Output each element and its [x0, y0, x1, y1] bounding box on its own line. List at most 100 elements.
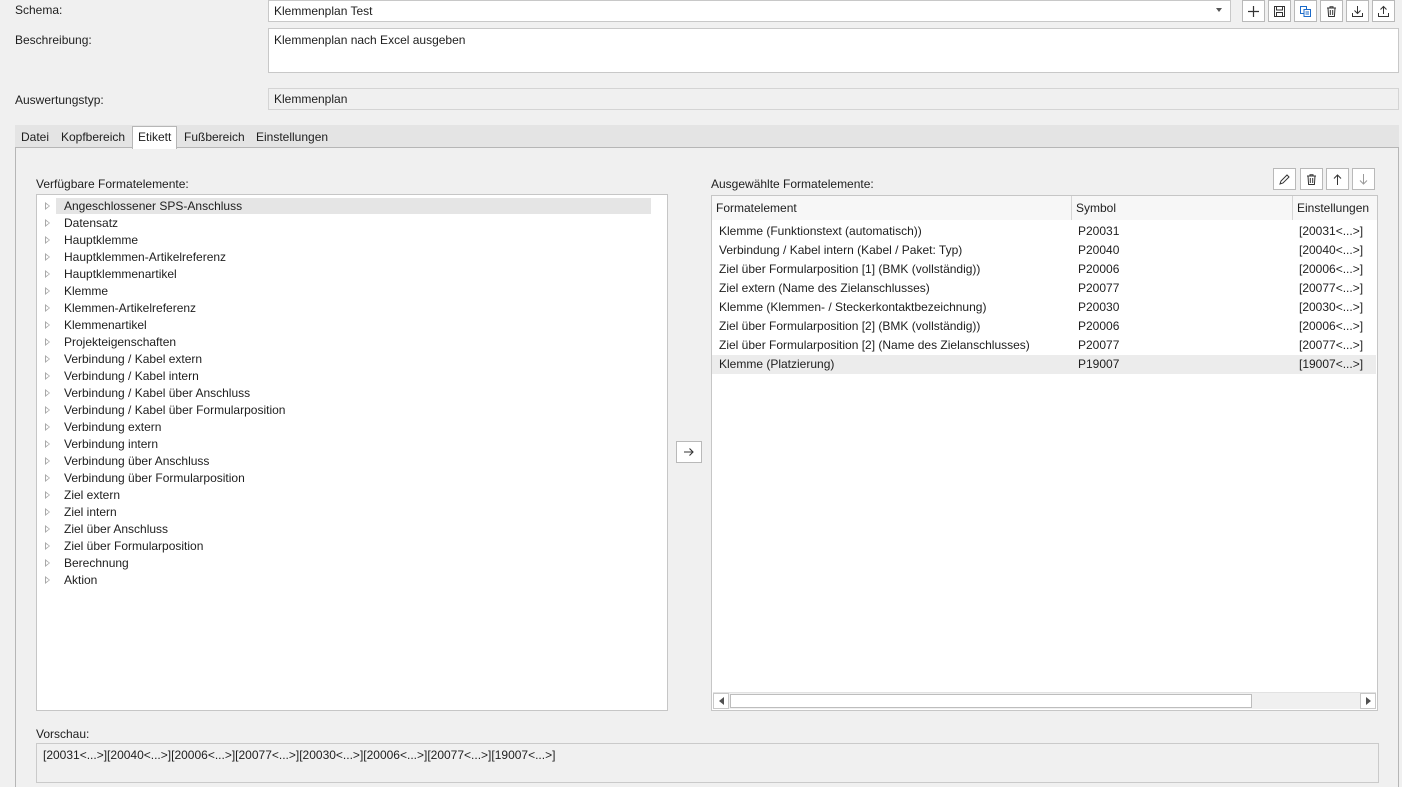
tab-etikett[interactable]: Etikett — [132, 126, 178, 149]
tree-item[interactable]: Verbindung extern — [41, 418, 651, 435]
tree-item-label: Verbindung / Kabel über Formularposition — [64, 402, 286, 417]
expand-arrow-icon[interactable] — [45, 218, 50, 227]
tree-item[interactable]: Projekteigenschaften — [41, 333, 651, 350]
tree-item[interactable]: Ziel über Formularposition — [41, 537, 651, 554]
tree-item[interactable]: Datensatz — [41, 214, 651, 231]
tree-item[interactable]: Klemmenartikel — [41, 316, 651, 333]
expand-arrow-icon[interactable] — [45, 541, 50, 550]
expand-arrow-icon[interactable] — [45, 456, 50, 465]
cell-einstellungen: [20040<...>] — [1299, 243, 1364, 257]
cell-formatelement: Klemme (Platzierung) — [719, 357, 835, 371]
table-row[interactable]: Ziel extern (Name des Zielanschlusses) P2… — [712, 279, 1376, 298]
expand-arrow-icon[interactable] — [45, 320, 50, 329]
column-header-formatelement[interactable]: Formatelement — [712, 196, 1072, 220]
tree-item[interactable]: Ziel intern — [41, 503, 651, 520]
preview-field: [20031<...>][20040<...>][20006<...>][200… — [36, 743, 1379, 783]
scroll-right-button[interactable] — [1360, 693, 1376, 709]
cell-symbol: P20077 — [1078, 281, 1120, 295]
expand-arrow-icon[interactable] — [45, 575, 50, 584]
schema-label: Schema: — [15, 3, 63, 17]
cell-einstellungen: [20031<...>] — [1299, 224, 1364, 238]
delete-element-button[interactable] — [1300, 168, 1323, 190]
tree-item[interactable]: Klemmen-Artikelreferenz — [41, 299, 651, 316]
expand-arrow-icon[interactable] — [45, 558, 50, 567]
expand-arrow-icon[interactable] — [45, 490, 50, 499]
cell-symbol: P20030 — [1078, 300, 1120, 314]
table-row[interactable]: Ziel über Formularposition [1] (BMK (vol… — [712, 260, 1376, 279]
tab-kopfbereich[interactable]: Kopfbereich — [56, 127, 130, 148]
tree-item[interactable]: Hauptklemmen-Artikelreferenz — [41, 248, 651, 265]
tree-item[interactable]: Verbindung / Kabel über Formularposition — [41, 401, 651, 418]
tree-item-label: Ziel extern — [64, 487, 121, 502]
tree-item[interactable]: Verbindung / Kabel intern — [41, 367, 651, 384]
tree-item[interactable]: Klemme — [41, 282, 651, 299]
tree-item[interactable]: Hauptklemmenartikel — [41, 265, 651, 282]
copy-icon — [1300, 5, 1311, 17]
cell-einstellungen: [20030<...>] — [1299, 300, 1364, 314]
tree-item-label: Datensatz — [64, 215, 119, 230]
expand-arrow-icon[interactable] — [45, 439, 50, 448]
tree-item[interactable]: Verbindung über Anschluss — [41, 452, 651, 469]
table-row[interactable]: Klemme (Klemmen- / Steckerkontaktbezeich… — [712, 298, 1376, 317]
column-header-einstellungen[interactable]: Einstellungen — [1293, 196, 1377, 220]
tree-item-label: Projekteigenschaften — [64, 334, 177, 349]
scroll-left-button[interactable] — [713, 693, 729, 709]
table-row[interactable]: Klemme (Funktionstext (automatisch)) P200… — [712, 222, 1376, 241]
table-row[interactable]: Verbindung / Kabel intern (Kabel / Paket… — [712, 241, 1376, 260]
horizontal-scrollbar[interactable] — [713, 692, 1376, 709]
selected-elements-grid[interactable]: Formatelement Symbol Einstellungen Klemm… — [711, 195, 1378, 711]
table-row[interactable]: Ziel über Formularposition [2] (BMK (vol… — [712, 317, 1376, 336]
grid-header: Formatelement Symbol Einstellungen — [712, 196, 1377, 220]
tree-item-label: Ziel intern — [64, 504, 117, 519]
export-schema-button[interactable] — [1372, 0, 1395, 22]
tree-item[interactable]: Berechnung — [41, 554, 651, 571]
column-header-symbol[interactable]: Symbol — [1072, 196, 1293, 220]
tree-item[interactable]: Verbindung / Kabel über Anschluss — [41, 384, 651, 401]
new-schema-button[interactable] — [1242, 0, 1265, 22]
expand-arrow-icon[interactable] — [45, 235, 50, 244]
expand-arrow-icon[interactable] — [45, 422, 50, 431]
import-schema-button[interactable] — [1346, 0, 1369, 22]
move-up-button[interactable] — [1326, 168, 1349, 190]
tab-datei[interactable]: Datei — [16, 127, 54, 148]
expand-arrow-icon[interactable] — [45, 405, 50, 414]
copy-schema-button[interactable] — [1294, 0, 1317, 22]
table-row[interactable]: Klemme (Platzierung) P19007 [19007<...>] — [712, 355, 1376, 374]
expand-arrow-icon[interactable] — [45, 303, 50, 312]
tree-item[interactable]: Angeschlossener SPS-Anschluss — [41, 197, 651, 214]
tree-item[interactable]: Verbindung über Formularposition — [41, 469, 651, 486]
tree-item[interactable]: Verbindung / Kabel extern — [41, 350, 651, 367]
description-field[interactable]: Klemmenplan nach Excel ausgeben — [268, 28, 1399, 73]
expand-arrow-icon[interactable] — [45, 473, 50, 482]
expand-arrow-icon[interactable] — [45, 337, 50, 346]
tree-item[interactable]: Ziel extern — [41, 486, 651, 503]
available-elements-tree[interactable]: Angeschlossener SPS-Anschluss Datensatz Ha… — [36, 194, 668, 711]
scrollbar-thumb[interactable] — [730, 694, 1252, 708]
description-value: Klemmenplan nach Excel ausgeben — [274, 33, 466, 47]
edit-element-button[interactable] — [1273, 168, 1296, 190]
delete-schema-button[interactable] — [1320, 0, 1343, 22]
tree-item[interactable]: Verbindung intern — [41, 435, 651, 452]
tab-einstellungen[interactable]: Einstellungen — [251, 127, 333, 148]
expand-arrow-icon[interactable] — [45, 201, 50, 210]
tree-item[interactable]: Aktion — [41, 571, 651, 588]
expand-arrow-icon[interactable] — [45, 286, 50, 295]
move-down-button[interactable] — [1352, 168, 1375, 190]
expand-arrow-icon[interactable] — [45, 371, 50, 380]
expand-arrow-icon[interactable] — [45, 524, 50, 533]
tree-item[interactable]: Ziel über Anschluss — [41, 520, 651, 537]
expand-arrow-icon[interactable] — [45, 507, 50, 516]
add-element-button[interactable] — [676, 441, 702, 463]
schema-dropdown[interactable]: Klemmenplan Test — [268, 0, 1231, 22]
expand-arrow-icon[interactable] — [45, 388, 50, 397]
table-row[interactable]: Ziel über Formularposition [2] (Name des… — [712, 336, 1376, 355]
tree-item-label: Hauptklemmenartikel — [64, 266, 177, 281]
tab-fussbereich[interactable]: Fußbereich — [179, 127, 250, 148]
cell-symbol: P19007 — [1078, 357, 1120, 371]
tree-item[interactable]: Hauptklemme — [41, 231, 651, 248]
save-schema-button[interactable] — [1268, 0, 1291, 22]
expand-arrow-icon[interactable] — [45, 354, 50, 363]
expand-arrow-icon[interactable] — [45, 269, 50, 278]
expand-arrow-icon[interactable] — [45, 252, 50, 261]
cell-einstellungen: [20077<...>] — [1299, 281, 1364, 295]
